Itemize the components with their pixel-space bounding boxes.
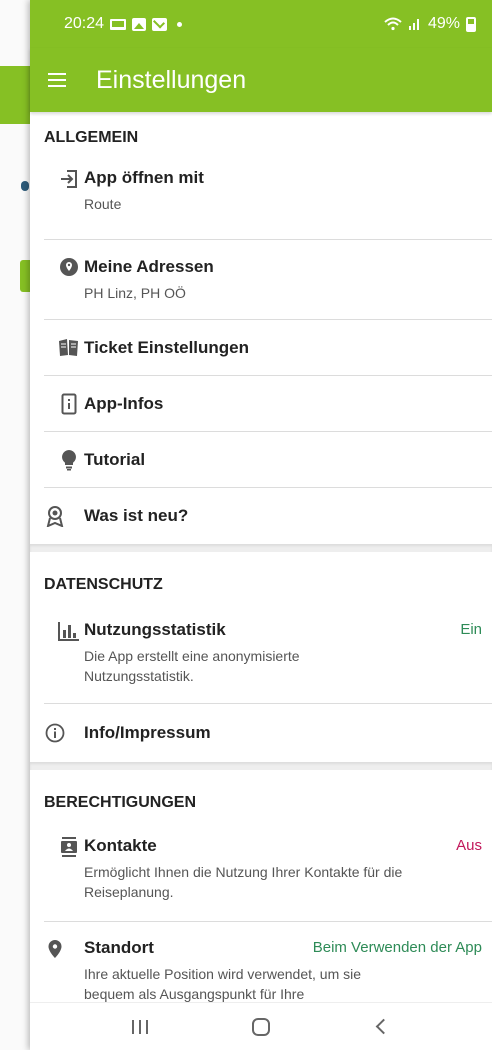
more-notifications-icon xyxy=(177,21,183,27)
recents-icon xyxy=(132,1019,149,1034)
item-subtitle: Ermöglicht Ihnen die Nutzung Ihrer Konta… xyxy=(84,864,403,900)
location-icon xyxy=(58,256,80,278)
back-icon xyxy=(375,1018,392,1035)
back-button[interactable] xyxy=(362,1007,402,1047)
status-time: 20:24 xyxy=(64,15,105,32)
battery-percent: 49% xyxy=(427,15,460,32)
location-pin-icon xyxy=(44,938,66,960)
item-title: Meine Adressen xyxy=(84,257,214,276)
signal-icon xyxy=(408,19,419,30)
open-in-icon xyxy=(58,168,80,190)
item-subtitle: Die App erstellt eine anonymisierte Nutz… xyxy=(84,648,300,684)
item-subtitle: PH Linz, PH OÖ xyxy=(84,285,186,301)
item-title: Kontakte xyxy=(84,836,157,855)
app-bar: Einstellungen xyxy=(30,48,492,112)
section-header-allgemein: ALLGEMEIN xyxy=(44,129,139,146)
settings-item-app-infos[interactable]: App-Infos xyxy=(44,376,492,432)
settings-item-app-open-with[interactable]: App öffnen mit Route xyxy=(44,164,492,240)
lightbulb-icon xyxy=(58,449,80,471)
settings-item-contacts[interactable]: Kontakte Aus Ermöglicht Ihnen die Nutzun… xyxy=(44,832,492,922)
settings-item-ticket-settings[interactable]: Ticket Einstellungen xyxy=(44,320,492,376)
settings-item-location[interactable]: Standort Beim Verwenden der App Ihre akt… xyxy=(30,922,492,1012)
item-title: App öffnen mit xyxy=(84,168,204,187)
ticket-icon xyxy=(58,337,80,359)
battery-icon xyxy=(466,16,476,32)
phone-info-icon xyxy=(58,393,80,415)
section-divider xyxy=(30,762,492,770)
home-icon xyxy=(251,1017,270,1036)
section-divider xyxy=(30,544,492,552)
usage-statistics-status: Ein xyxy=(460,621,482,638)
bar-chart-icon xyxy=(58,620,80,642)
item-subtitle: Route xyxy=(84,196,122,212)
background-app xyxy=(0,0,30,1050)
contacts-permission-status: Aus xyxy=(456,837,482,854)
item-title: Nutzungsstatistik xyxy=(84,620,226,639)
item-title: Info/Impressum xyxy=(84,723,211,742)
contacts-icon xyxy=(58,836,80,858)
image-notification-icon xyxy=(132,17,147,31)
settings-item-info-impressum[interactable]: Info/Impressum xyxy=(30,704,492,762)
section-header-berechtigungen: BERECHTIGUNGEN xyxy=(44,794,197,811)
navigation-drawer: 20:24 49% Einstellungen ALLGEMEIN App öf… xyxy=(30,0,492,1050)
status-bar: 20:24 49% xyxy=(30,0,492,48)
settings-item-usage-statistics[interactable]: Nutzungsstatistik Ein Die App erstellt e… xyxy=(44,616,492,704)
item-title: App-Infos xyxy=(84,394,164,413)
item-title: Tutorial xyxy=(84,450,146,469)
page-title: Einstellungen xyxy=(96,65,247,94)
background-app-marker xyxy=(21,181,29,191)
settings-item-tutorial[interactable]: Tutorial xyxy=(44,432,492,488)
item-title: Was ist neu? xyxy=(84,506,189,525)
recents-button[interactable] xyxy=(120,1007,160,1047)
home-button[interactable] xyxy=(241,1007,281,1047)
mail-notification-icon xyxy=(152,17,168,31)
section-header-datenschutz: DATENSCHUTZ xyxy=(44,576,163,593)
background-app-bar xyxy=(0,66,30,124)
info-icon xyxy=(44,722,66,744)
menu-icon[interactable] xyxy=(48,73,66,87)
settings-item-whats-new[interactable]: Was ist neu? xyxy=(30,488,492,544)
award-icon xyxy=(44,505,66,527)
location-permission-status: Beim Verwenden der App xyxy=(312,939,482,956)
settings-item-my-addresses[interactable]: Meine Adressen PH Linz, PH OÖ xyxy=(44,240,492,320)
screen-mirror-icon xyxy=(110,18,127,30)
wifi-icon xyxy=(384,17,402,31)
item-subtitle: Ihre aktuelle Position wird verwendet, u… xyxy=(84,966,362,1002)
system-navigation-bar xyxy=(30,1002,492,1050)
item-title: Ticket Einstellungen xyxy=(84,338,250,357)
